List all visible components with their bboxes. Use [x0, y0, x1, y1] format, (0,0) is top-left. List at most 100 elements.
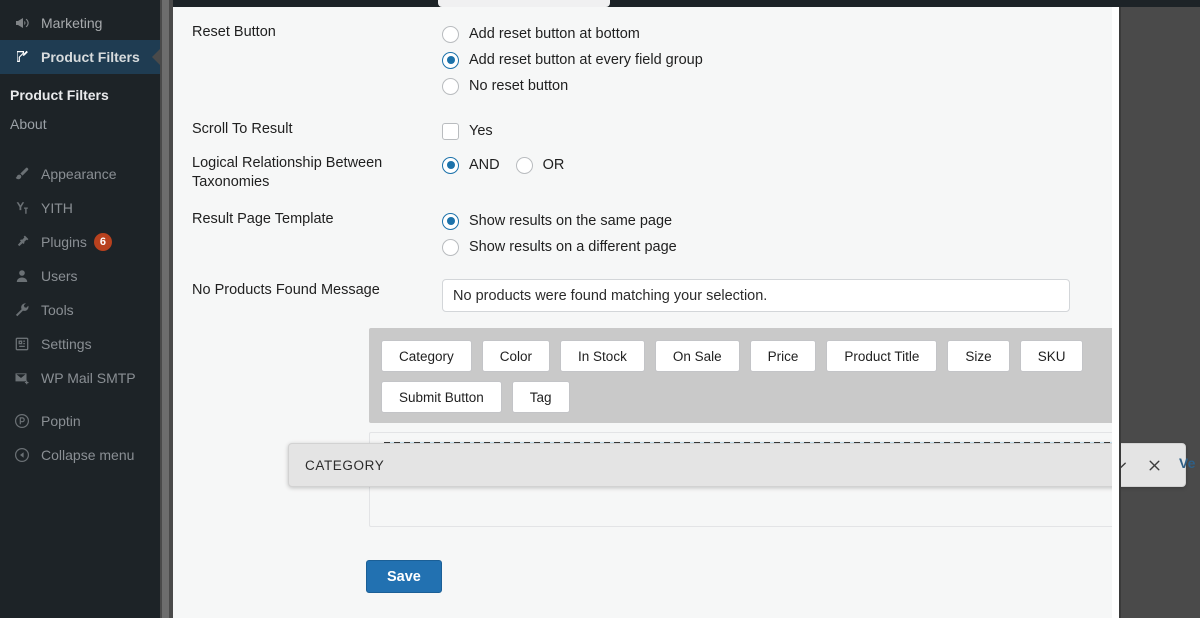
sidebar-item-product-filters[interactable]: Product Filters: [0, 40, 160, 74]
available-fields-palette: Category Color In Stock On Sale Price Product…: [369, 328, 1112, 423]
radio-label: AND: [469, 157, 500, 173]
form-label: Reset Button: [192, 24, 276, 40]
field-chip-on-sale[interactable]: On Sale: [654, 340, 740, 372]
admin-sidebar[interactable]: Marketing Product Filters Product Filter…: [0, 0, 160, 618]
radio-inline-group: AND OR: [442, 152, 1112, 178]
sidebar-divider-2: [0, 395, 160, 404]
form-label: Result Page Template: [192, 211, 334, 227]
admin-top-bar: [0, 0, 1200, 7]
radio-label: Add reset button at every field group: [469, 52, 703, 68]
radio-label: OR: [542, 157, 565, 173]
poptin-icon: [10, 411, 34, 431]
form-row-scroll-to-result: Scroll To Result Yes: [192, 118, 1112, 144]
form-spacer: [192, 260, 1112, 279]
checkbox-icon[interactable]: [442, 122, 459, 140]
sidebar-item-label: WP Mail SMTP: [41, 370, 136, 386]
form-control-group: [442, 279, 1112, 312]
sidebar-item-plugins[interactable]: Plugins 6: [0, 225, 160, 259]
settings-form: Reset Button Add reset button at bottom …: [173, 7, 1112, 312]
field-card-title: CATEGORY: [305, 457, 385, 473]
radio-option-reset-bottom[interactable]: Add reset button at bottom: [442, 21, 1112, 47]
sidebar-item-appearance[interactable]: Appearance: [0, 157, 160, 191]
radio-label: Show results on a different page: [469, 239, 677, 255]
radio-icon[interactable]: [442, 77, 459, 95]
filter-edit-icon: [10, 47, 34, 67]
radio-label: Show results on the same page: [469, 213, 673, 229]
sidebar-scrollbar[interactable]: [160, 0, 173, 618]
radio-label: Add reset button at bottom: [469, 26, 640, 42]
sidebar-item-label: Tools: [41, 302, 74, 318]
field-chip-tag[interactable]: Tag: [511, 381, 570, 413]
sidebar-subitem-label: Product Filters: [10, 86, 109, 103]
sidebar-item-poptin[interactable]: Poptin: [0, 404, 160, 438]
sidebar-item-label: Users: [41, 268, 78, 284]
radio-option-reset-every-group[interactable]: Add reset button at every field group: [442, 47, 1112, 73]
offscreen-partial-label: Ve: [1179, 455, 1196, 471]
mail-icon: [10, 368, 34, 388]
sidebar-divider: [0, 148, 160, 157]
radio-icon[interactable]: [515, 156, 533, 174]
field-chip-product-title[interactable]: Product Title: [826, 340, 938, 372]
form-label: No Products Found Message: [192, 282, 380, 298]
radio-option-or[interactable]: OR: [515, 156, 565, 174]
form-spacer: [192, 99, 1112, 118]
sidebar-scrollbar-thumb[interactable]: [162, 0, 169, 618]
form-control-group: Yes: [442, 118, 1112, 144]
form-spacer: [192, 144, 1112, 152]
radio-icon[interactable]: [442, 238, 459, 256]
form-spacer: [192, 192, 1112, 208]
field-chip-price[interactable]: Price: [749, 340, 817, 372]
megaphone-icon: [10, 13, 34, 33]
sidebar-subitem-label: About: [10, 115, 47, 132]
sidebar-item-label: Settings: [41, 336, 92, 352]
sidebar-item-yith[interactable]: YITH: [0, 191, 160, 225]
sidebar-item-label: Poptin: [41, 413, 81, 429]
radio-icon-selected[interactable]: [442, 51, 459, 69]
yith-icon: [10, 198, 34, 218]
form-control-group: Show results on the same page Show resul…: [442, 208, 1112, 260]
field-chip-size[interactable]: Size: [947, 340, 1010, 372]
sidebar-subitem-product-filters[interactable]: Product Filters: [0, 80, 160, 109]
sidebar-item-collapse-menu[interactable]: Collapse menu: [0, 438, 160, 472]
sidebar-item-label: Collapse menu: [41, 447, 135, 463]
collapse-arrow-icon: [10, 445, 34, 465]
page-right-border: [1119, 7, 1121, 618]
browser-screen: Marketing Product Filters Product Filter…: [0, 0, 1200, 618]
form-control-group: Add reset button at bottom Add reset but…: [442, 21, 1112, 99]
radio-option-different-page[interactable]: Show results on a different page: [442, 234, 1112, 260]
brush-icon: [10, 164, 34, 184]
close-icon[interactable]: [1137, 448, 1171, 482]
field-chip-in-stock[interactable]: In Stock: [560, 340, 645, 372]
radio-icon-selected[interactable]: [442, 212, 459, 230]
sidebar-item-settings[interactable]: Settings: [0, 327, 160, 361]
form-row-result-page-template: Result Page Template Show results on the…: [192, 208, 1112, 260]
radio-icon-selected[interactable]: [442, 156, 459, 174]
form-row-logical-relationship: Logical Relationship Between Taxonomies …: [192, 152, 1112, 192]
field-chip-sku[interactable]: SKU: [1019, 340, 1084, 372]
form-row-reset-button: Reset Button Add reset button at bottom …: [192, 21, 1112, 99]
field-chip-color[interactable]: Color: [481, 340, 551, 372]
sidebar-item-label: Appearance: [41, 166, 117, 182]
sidebar-item-label: Marketing: [41, 15, 103, 31]
radio-icon[interactable]: [442, 25, 459, 43]
form-control-group: AND OR: [442, 152, 1112, 178]
sidebar-item-wp-mail-smtp[interactable]: WP Mail SMTP: [0, 361, 160, 395]
radio-option-no-reset[interactable]: No reset button: [442, 73, 1112, 99]
save-button[interactable]: Save: [366, 560, 442, 593]
field-chip-submit-button[interactable]: Submit Button: [381, 381, 502, 413]
sidebar-item-tools[interactable]: Tools: [0, 293, 160, 327]
checkbox-option-scroll-yes[interactable]: Yes: [442, 118, 1112, 144]
main-content-panel: Reset Button Add reset button at bottom …: [173, 7, 1112, 618]
form-label: Logical Relationship Between Taxonomies: [192, 155, 383, 190]
radio-label: No reset button: [469, 78, 569, 94]
sidebar-item-users[interactable]: Users: [0, 259, 160, 293]
sidebar-item-marketing[interactable]: Marketing: [0, 6, 160, 40]
radio-option-same-page[interactable]: Show results on the same page: [442, 208, 1112, 234]
field-chip-category[interactable]: Category: [381, 340, 472, 372]
sidebar-subitem-about[interactable]: About: [0, 109, 160, 138]
no-products-found-message-input[interactable]: [442, 279, 1070, 312]
checkbox-label: Yes: [469, 123, 493, 139]
radio-option-and[interactable]: AND: [442, 156, 500, 174]
dragged-field-card-category[interactable]: CATEGORY: [288, 443, 1186, 487]
user-icon: [10, 266, 34, 286]
